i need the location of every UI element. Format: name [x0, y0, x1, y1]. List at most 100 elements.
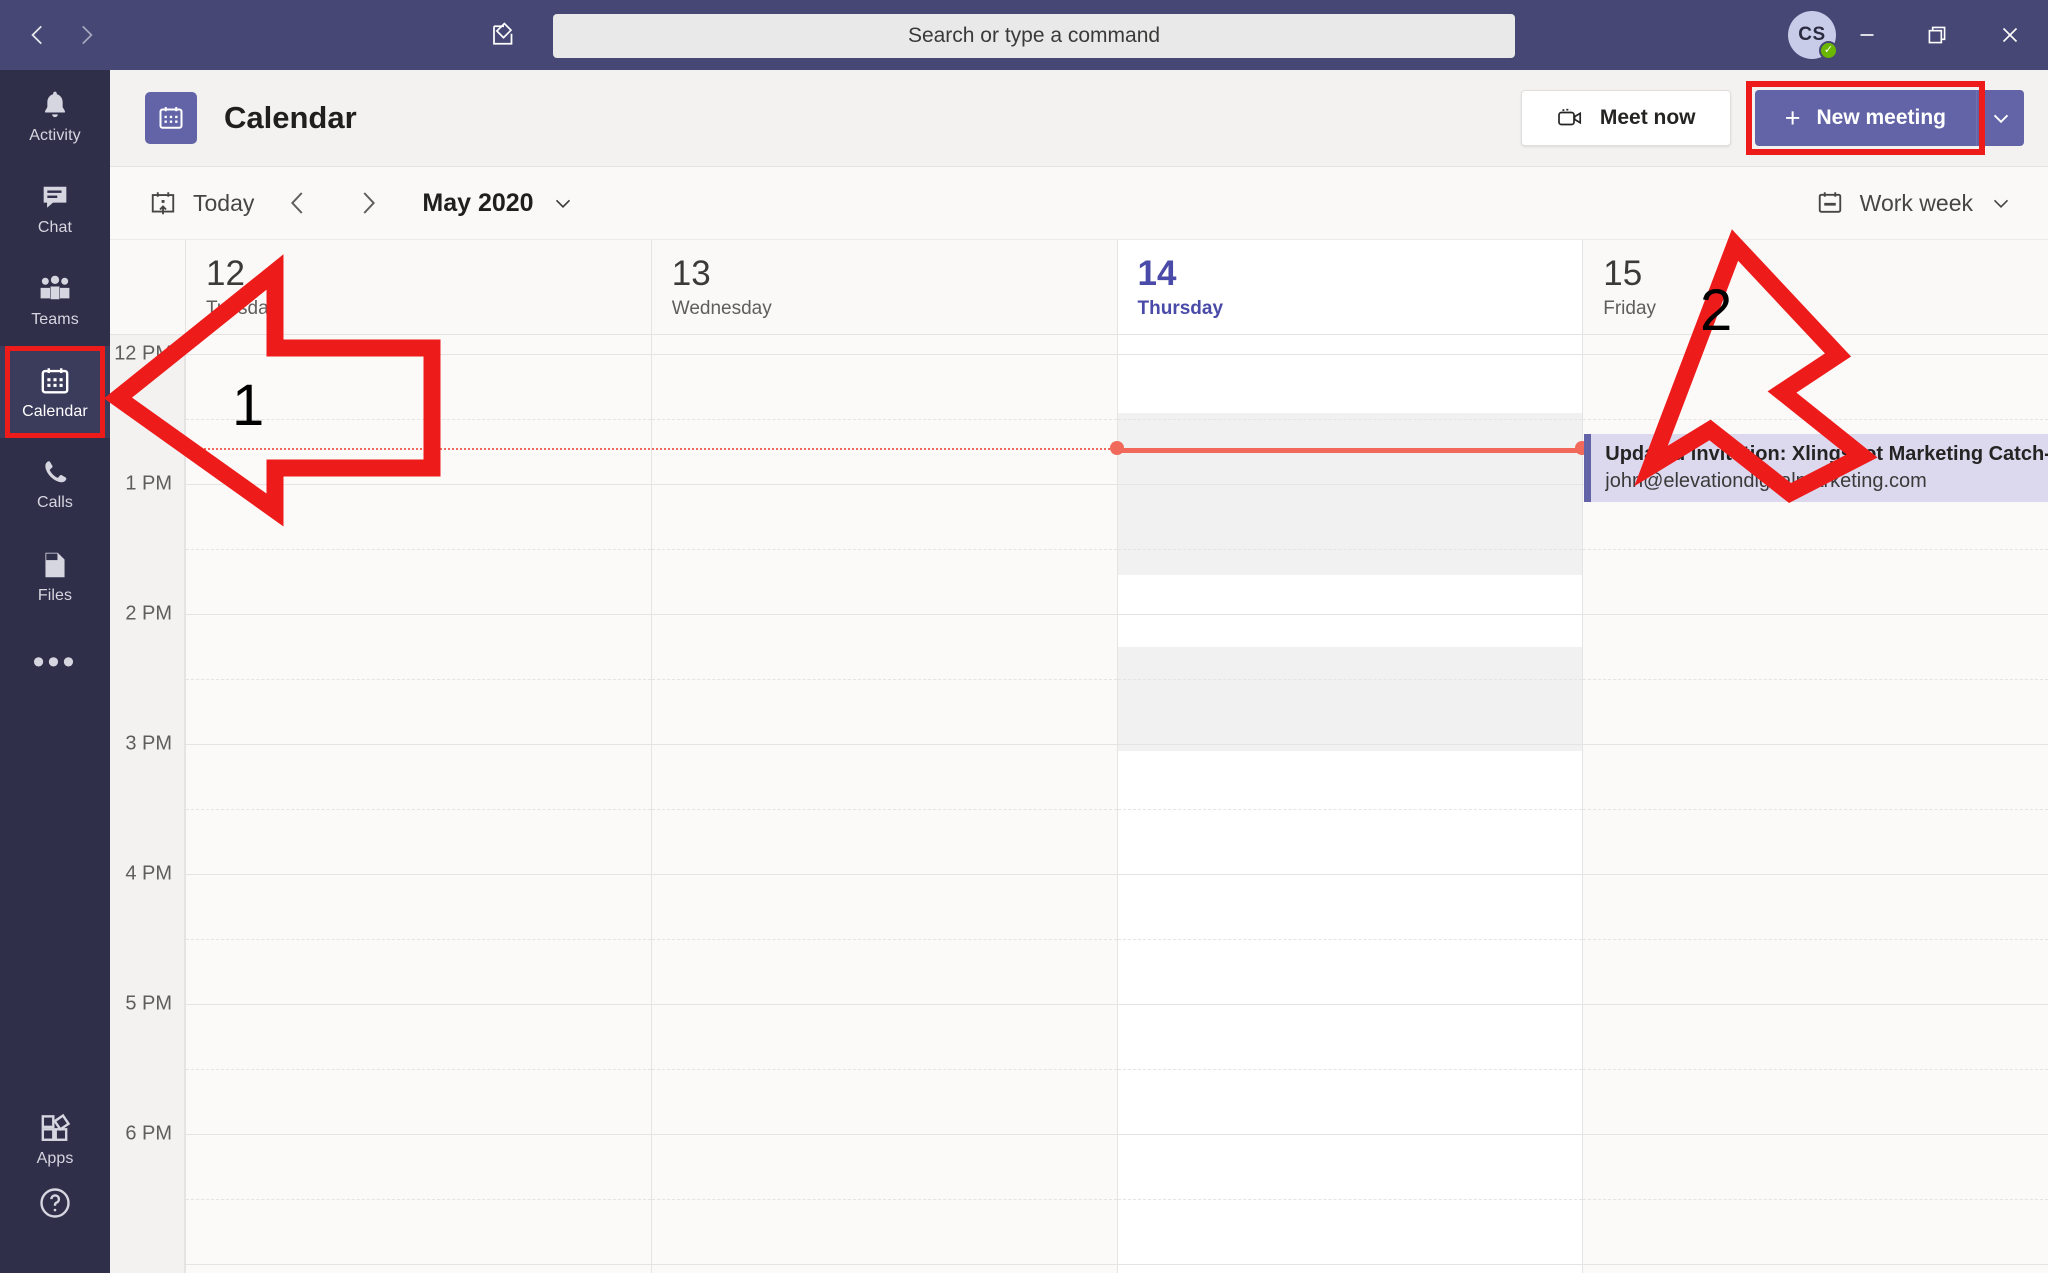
busy-block — [1117, 412, 1583, 575]
sidebar-item-label: Calls — [36, 493, 74, 511]
title-bar: Search or type a command CS ✓ — [0, 0, 2048, 70]
calendar-icon — [159, 107, 183, 129]
hour-gridline — [1117, 1264, 1583, 1265]
half-hour-gridline — [1583, 1199, 2048, 1200]
day-header-13[interactable]: 13 Wednesday — [650, 240, 1117, 334]
meet-now-label: Meet now — [1599, 106, 1696, 129]
hour-gridline — [1117, 354, 1583, 355]
calendar-workweek-icon — [1818, 192, 1841, 213]
hour-gridline — [186, 614, 651, 615]
day-number: 13 — [671, 254, 711, 293]
hour-label: 3 PM — [125, 732, 172, 755]
day-header-14[interactable]: 14 Thursday — [1116, 240, 1583, 334]
restore-icon — [1928, 26, 1946, 44]
sidebar-item-calls[interactable]: Calls — [0, 438, 110, 530]
calendar-toolbar: Today May 2020 Work week — [110, 167, 2048, 240]
hour-gridline — [1583, 1134, 2048, 1135]
hour-gridline — [186, 1004, 651, 1005]
hour-gridline — [186, 354, 651, 355]
day-column-12[interactable] — [185, 335, 651, 1273]
page-header: Calendar Meet now + New meeting — [110, 70, 2048, 167]
hour-gridline — [186, 1264, 651, 1265]
half-hour-gridline — [186, 809, 651, 810]
hour-gridline — [651, 614, 1117, 615]
app-rail: Activity Chat Teams Calendar Calls Files… — [0, 70, 110, 1273]
day-name: Friday — [1603, 297, 1657, 319]
hour-gridline — [1583, 1004, 2048, 1005]
hour-gridline — [1117, 484, 1583, 485]
day-name: Wednesday — [671, 297, 772, 319]
search-input[interactable]: Search or type a command — [553, 14, 1515, 58]
day-number: 14 — [1137, 254, 1177, 293]
hour-gridline — [651, 874, 1117, 875]
new-meeting-label: New meeting — [1816, 106, 1946, 129]
chevron-down-icon — [555, 199, 570, 208]
sidebar-item-apps[interactable]: Apps — [0, 1093, 110, 1185]
sidebar-item-label: Chat — [37, 218, 73, 236]
today-button[interactable]: Today — [148, 188, 254, 218]
half-hour-gridline — [651, 809, 1117, 810]
event-title: Updated invitation: Xlingshot Marketing … — [1605, 442, 2048, 465]
phone-icon — [45, 460, 67, 482]
hour-label: 1 PM — [125, 472, 172, 495]
back-button[interactable] — [14, 11, 62, 59]
busy-block — [1117, 646, 1583, 751]
chat-bubble-icon — [43, 186, 67, 208]
day-header-15[interactable]: 15 Friday — [1582, 240, 2048, 334]
hour-gridline — [186, 874, 651, 875]
calendar-icon — [41, 367, 69, 394]
half-hour-gridline — [1117, 939, 1583, 940]
half-hour-gridline — [1117, 1199, 1583, 1200]
page-title: Calendar — [224, 100, 357, 135]
help-question-icon — [40, 1188, 70, 1218]
hour-gridline — [1117, 874, 1583, 875]
day-header-12[interactable]: 12 Tuesday — [185, 240, 651, 334]
file-icon — [45, 552, 65, 577]
half-hour-gridline — [651, 1199, 1117, 1200]
calendar-app-icon — [145, 92, 197, 144]
sidebar-item-teams[interactable]: Teams — [0, 254, 110, 346]
half-hour-gridline — [186, 549, 651, 550]
sidebar-item-activity[interactable]: Activity — [0, 70, 110, 162]
new-meeting-button[interactable]: + New meeting — [1754, 90, 1976, 146]
main-content: Calendar Meet now + New meeting Today Ma… — [110, 70, 2048, 1273]
hour-gridline — [1583, 1264, 2048, 1265]
day-column-13[interactable] — [650, 335, 1117, 1273]
chevron-left-icon — [31, 25, 42, 45]
meet-now-button[interactable]: Meet now — [1520, 90, 1731, 146]
calendar-grid[interactable]: 12 PM 1 PM 2 PM 3 PM 4 PM 5 PM 6 PM Updated in… — [110, 335, 2048, 1273]
compose-new-chat-button[interactable] — [480, 11, 528, 59]
hour-gridline — [186, 744, 651, 745]
day-number: 12 — [206, 254, 245, 293]
plus-icon: + — [1784, 102, 1801, 133]
close-button[interactable] — [1972, 0, 2048, 70]
half-hour-gridline — [651, 549, 1117, 550]
previous-period-button[interactable] — [272, 177, 324, 229]
day-column-14[interactable] — [1116, 335, 1583, 1273]
day-name: Tuesday — [206, 297, 279, 319]
help-button[interactable] — [0, 1185, 110, 1265]
hour-gridline — [1583, 744, 2048, 745]
forward-button[interactable] — [62, 11, 110, 59]
half-hour-gridline — [651, 939, 1117, 940]
avatar[interactable]: CS ✓ — [1788, 11, 1838, 60]
hour-gutter: 12 PM 1 PM 2 PM 3 PM 4 PM 5 PM 6 PM — [110, 335, 185, 1273]
hour-gridline — [1117, 614, 1583, 615]
sidebar-item-calendar[interactable]: Calendar — [0, 346, 110, 438]
calendar-event[interactable]: Updated invitation: Xlingshot Marketing … — [1584, 433, 2048, 502]
half-hour-gridline — [1583, 939, 2048, 940]
sidebar-item-files[interactable]: Files — [0, 530, 110, 622]
event-organizer: john@elevationdigitalmarketing.com — [1605, 469, 1927, 492]
month-picker[interactable]: May 2020 — [422, 189, 575, 218]
view-picker[interactable]: Work week — [1815, 188, 2014, 218]
minimize-button[interactable] — [1832, 0, 1902, 70]
new-meeting-dropdown-button[interactable] — [1976, 90, 2024, 146]
next-period-button[interactable] — [342, 177, 394, 229]
sidebar-item-chat[interactable]: Chat — [0, 162, 110, 254]
hour-label: 2 PM — [125, 602, 172, 625]
minimize-icon — [1860, 34, 1874, 36]
restore-button[interactable] — [1902, 0, 1972, 70]
half-hour-gridline — [1583, 679, 2048, 680]
video-camera-icon — [1557, 108, 1581, 126]
sidebar-more-button[interactable]: ••• — [0, 622, 110, 702]
